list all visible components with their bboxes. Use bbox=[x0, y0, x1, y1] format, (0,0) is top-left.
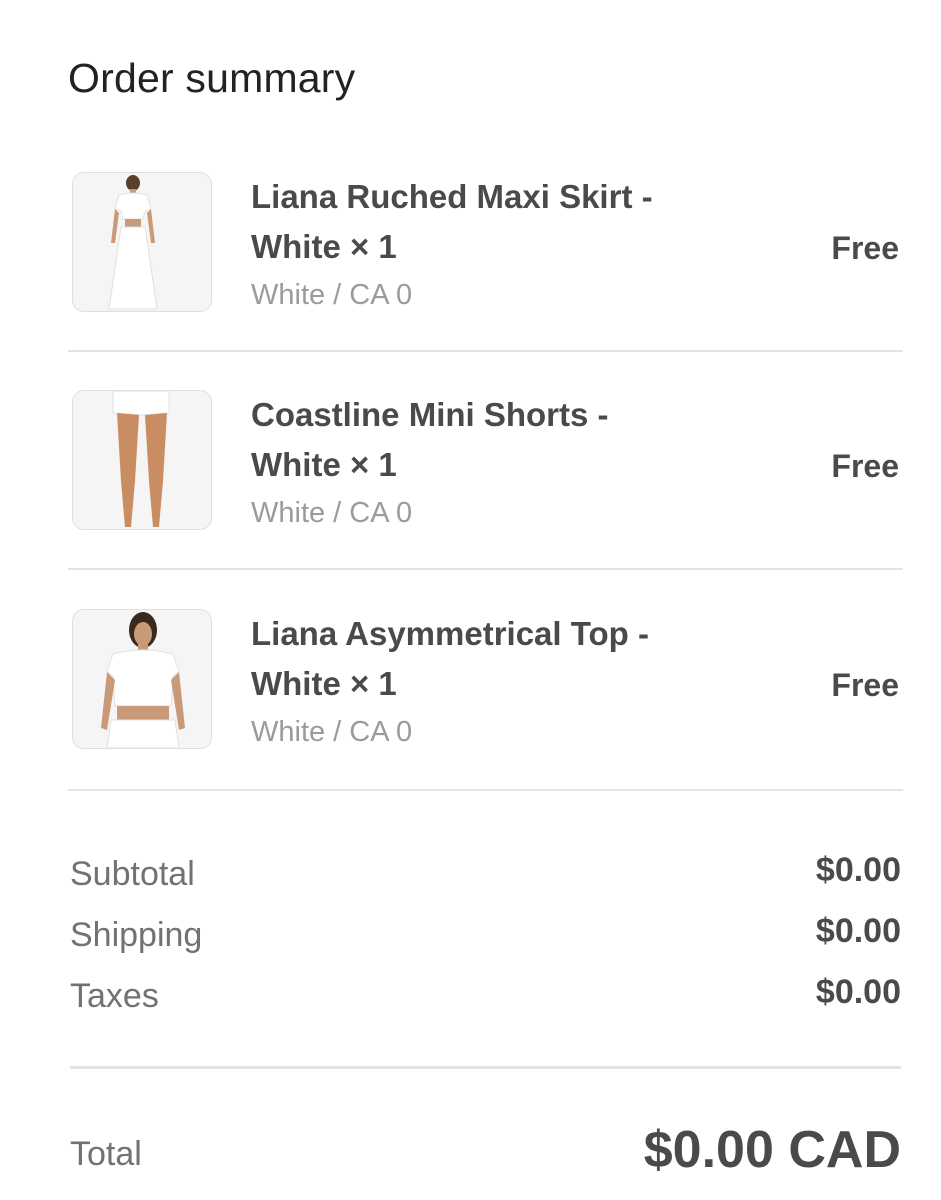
item-price: Free bbox=[831, 230, 899, 266]
subtotal-label: Subtotal bbox=[70, 855, 195, 893]
item-price: Free bbox=[831, 448, 899, 484]
item-price: Free bbox=[831, 667, 899, 703]
subtotal-value: $0.00 bbox=[815, 851, 901, 889]
mini-shorts-model-image bbox=[73, 391, 211, 529]
taxes-value: $0.00 bbox=[815, 973, 901, 1011]
product-thumbnail[interactable] bbox=[72, 390, 212, 530]
shipping-row: Shipping $0.00 bbox=[70, 912, 901, 957]
line-item: Liana Asymmetrical Top - White × 1 White… bbox=[68, 609, 903, 827]
line-item: Coastline Mini Shorts - White × 1 White … bbox=[68, 390, 903, 608]
order-summary-title: Order summary bbox=[68, 55, 356, 101]
subtotal-row: Subtotal $0.00 bbox=[70, 851, 901, 896]
taxes-row: Taxes $0.00 bbox=[70, 973, 901, 1018]
item-variant: White / CA 0 bbox=[251, 716, 413, 748]
top-model-image bbox=[73, 610, 211, 748]
divider bbox=[68, 789, 903, 791]
divider bbox=[68, 568, 903, 570]
divider bbox=[70, 1066, 901, 1069]
item-variant: White / CA 0 bbox=[251, 497, 413, 529]
total-value: $0.00 CAD bbox=[643, 1121, 901, 1179]
shipping-value: $0.00 bbox=[815, 912, 901, 950]
line-item: Liana Ruched Maxi Skirt - White × 1 Whit… bbox=[68, 172, 903, 390]
item-name: Coastline Mini Shorts - White × 1 bbox=[251, 396, 609, 483]
total-label: Total bbox=[70, 1135, 142, 1173]
product-thumbnail[interactable] bbox=[72, 609, 212, 749]
maxi-skirt-model-image bbox=[73, 173, 211, 311]
shipping-label: Shipping bbox=[70, 916, 203, 954]
divider bbox=[68, 350, 903, 352]
taxes-label: Taxes bbox=[70, 977, 159, 1015]
item-name: Liana Asymmetrical Top - White × 1 bbox=[251, 615, 649, 702]
item-name: Liana Ruched Maxi Skirt - White × 1 bbox=[251, 178, 653, 265]
item-variant: White / CA 0 bbox=[251, 279, 413, 311]
product-thumbnail[interactable] bbox=[72, 172, 212, 312]
